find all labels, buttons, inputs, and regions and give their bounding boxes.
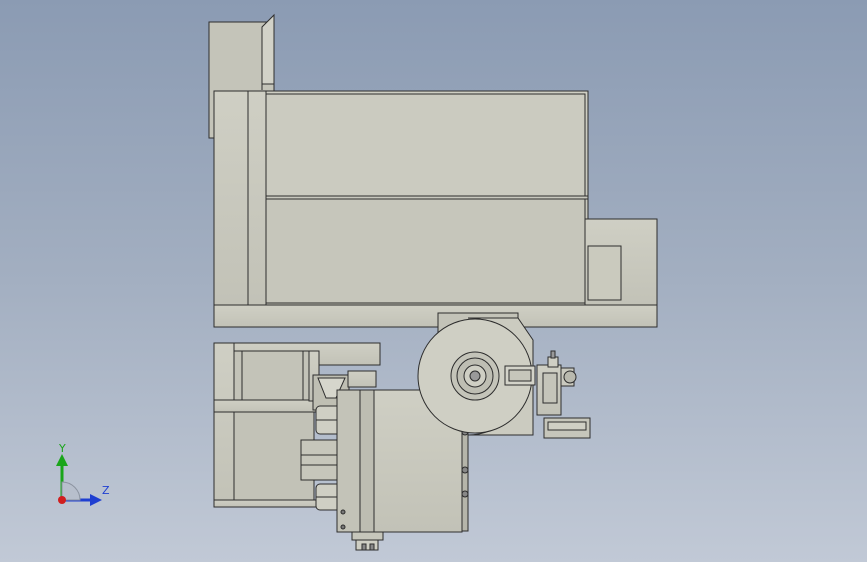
actuator-unit	[536, 350, 591, 439]
side-cabinet	[584, 218, 658, 306]
base-plate	[213, 304, 658, 328]
y-axis-label: Y	[59, 442, 66, 455]
cad-viewport[interactable]: Y Z	[0, 0, 867, 562]
main-enclosure	[213, 90, 589, 306]
z-axis-label: Z	[102, 484, 110, 497]
axis-triad-icon	[56, 454, 102, 506]
machine-assembly-drawing	[208, 13, 658, 551]
axis-triad: Y Z	[40, 438, 130, 518]
rotary-drum	[417, 312, 536, 436]
